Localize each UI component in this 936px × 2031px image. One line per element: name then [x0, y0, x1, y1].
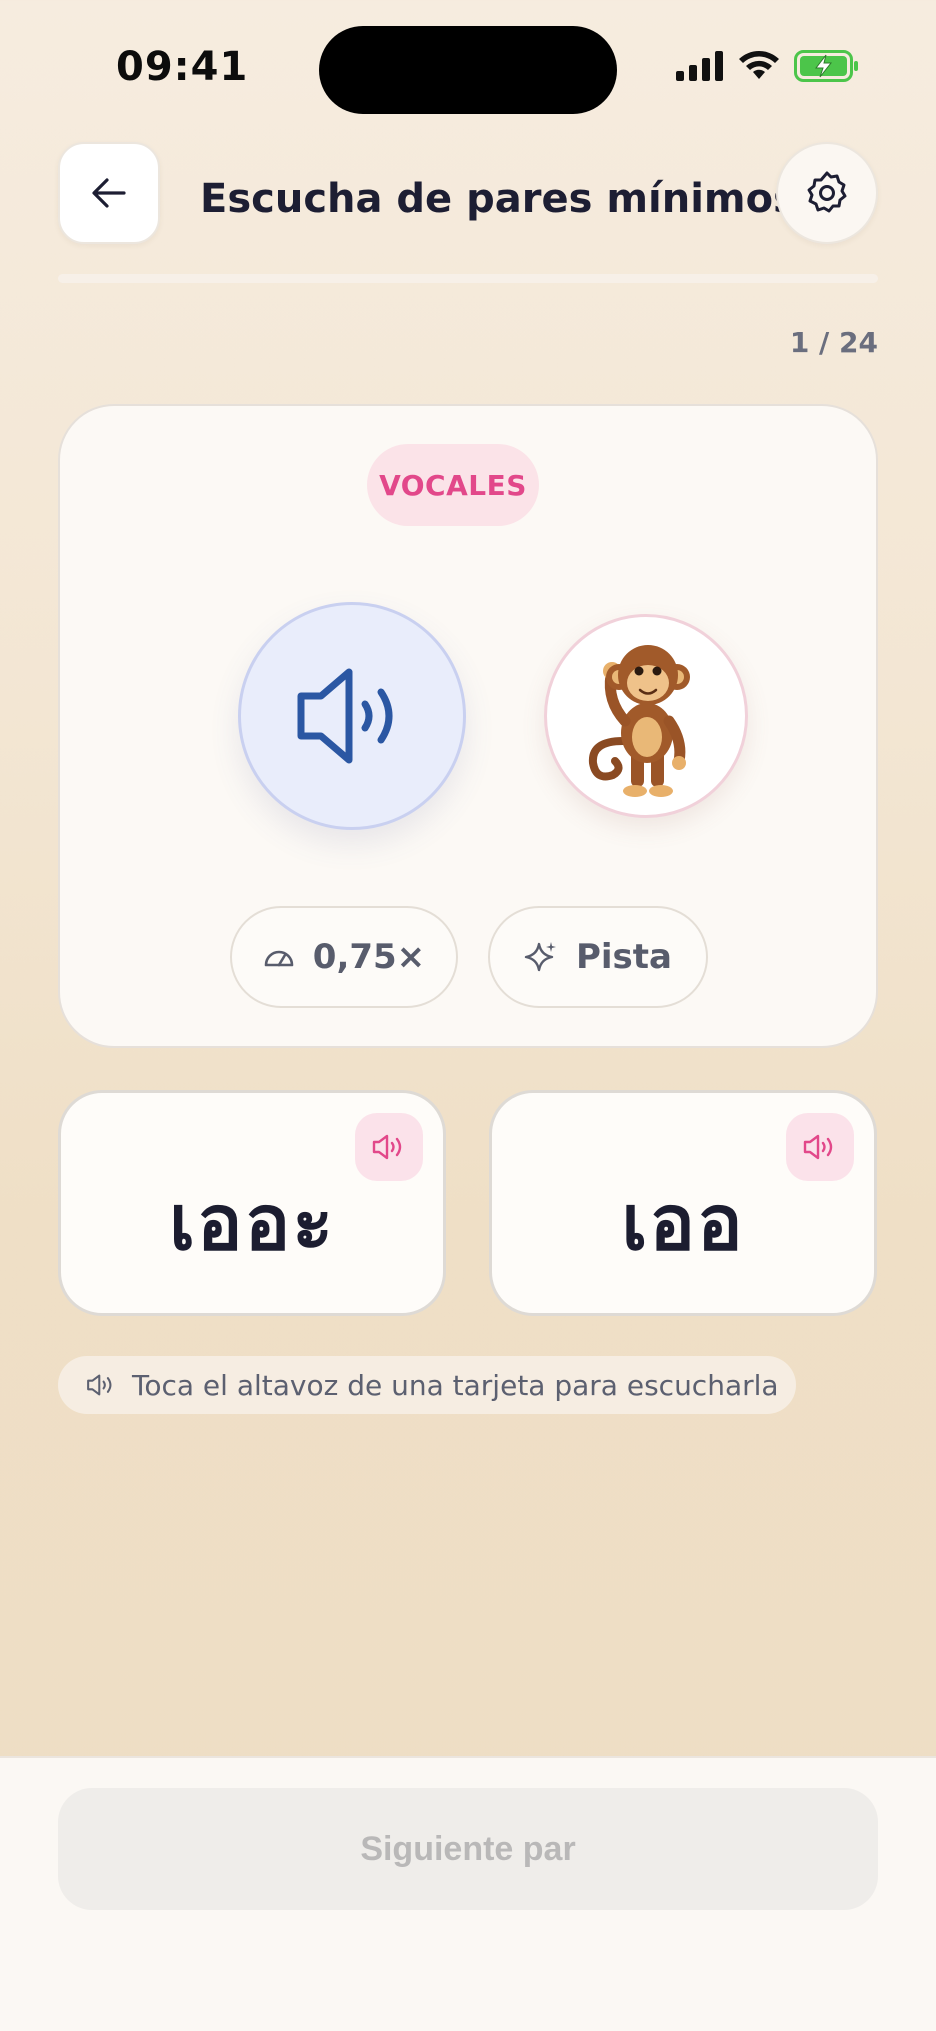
progress-counter: 1 / 24	[789, 326, 878, 359]
hint-label: Pista	[575, 937, 672, 977]
back-arrow-icon	[92, 178, 126, 208]
bottom-bar: Siguiente par	[0, 1756, 936, 2031]
settings-button[interactable]	[776, 142, 878, 244]
play-audio-button[interactable]	[238, 602, 466, 830]
dynamic-island	[319, 26, 617, 114]
page-title: Escucha de pares mínimos	[200, 176, 797, 222]
option-b-text: เออ	[621, 1178, 745, 1267]
speaker-icon	[87, 1374, 112, 1396]
category-badge: VOCALES	[367, 444, 539, 526]
hint-button[interactable]: Pista	[488, 906, 708, 1008]
speed-label: 0,75×	[312, 937, 426, 977]
back-button[interactable]	[58, 142, 160, 244]
speaker-icon	[372, 1134, 402, 1160]
wifi-icon	[739, 51, 779, 79]
signal-icon	[676, 51, 723, 81]
mascot-avatar	[544, 614, 748, 818]
speaker-icon	[297, 668, 393, 764]
option-card-b[interactable]: เออ	[489, 1090, 877, 1316]
status-icons	[676, 50, 860, 82]
speedometer-icon	[264, 950, 294, 967]
sparkle-icon	[524, 942, 556, 972]
header: Escucha de pares mínimos	[0, 140, 936, 250]
gear-icon	[807, 171, 847, 213]
status-bar: 09:41	[0, 0, 936, 140]
speaker-icon	[803, 1134, 833, 1160]
option-a-text: เออะ	[168, 1178, 336, 1267]
option-card-a[interactable]: เออะ	[58, 1090, 446, 1316]
next-pair-button[interactable]: Siguiente par	[58, 1788, 878, 1910]
listening-card: VOCALES 0,75× Pista	[58, 404, 878, 1048]
battery-icon	[794, 50, 858, 82]
playback-speed-button[interactable]: 0,75×	[230, 906, 458, 1008]
status-time: 09:41	[116, 44, 249, 90]
progress-bar	[58, 274, 878, 283]
instruction-tip: Toca el altavoz de una tarjeta para escu…	[58, 1356, 796, 1414]
monkey-image	[588, 645, 690, 797]
tip-text: Toca el altavoz de una tarjeta para escu…	[132, 1368, 779, 1402]
